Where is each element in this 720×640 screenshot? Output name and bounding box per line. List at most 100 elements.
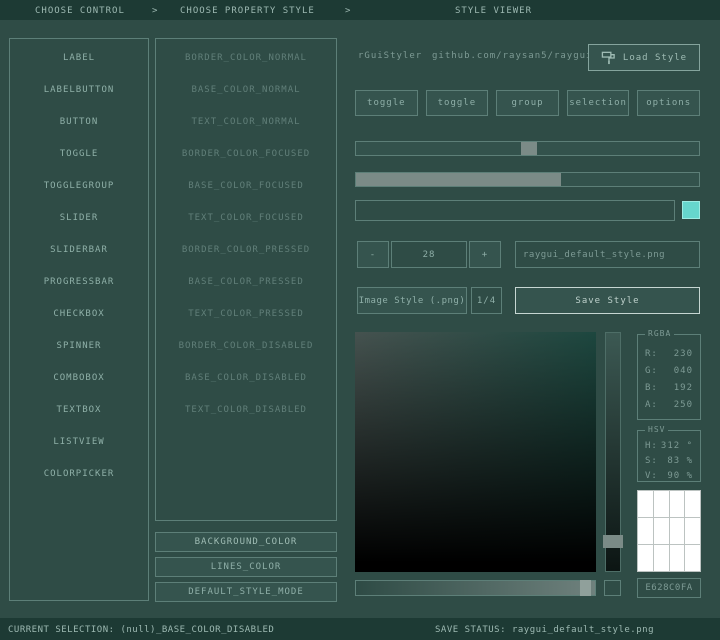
- hsv-row: S: 83 %: [645, 453, 693, 468]
- style-table-cell: [638, 491, 653, 517]
- style-table-grid: [637, 490, 701, 572]
- load-style-label: Load Style: [623, 53, 687, 63]
- property-list-item[interactable]: BORDER_COLOR_PRESSED: [156, 234, 336, 266]
- rgba-row-value: 040: [674, 366, 693, 376]
- alpha-value-box: [604, 580, 621, 596]
- spinner-value-box[interactable]: 28: [391, 241, 467, 268]
- control-list-item[interactable]: LABELBUTTON: [10, 74, 148, 106]
- value-slider-handle[interactable]: [603, 535, 623, 548]
- toggle-button[interactable]: group: [496, 90, 559, 116]
- style-table-cell: [670, 545, 685, 571]
- control-list-item[interactable]: TOGGLEGROUP: [10, 170, 148, 202]
- style-table-cell: [670, 518, 685, 544]
- spinner-plus-button[interactable]: +: [469, 241, 501, 268]
- style-table-cell: [638, 545, 653, 571]
- style-table-cell: [654, 545, 669, 571]
- color-picker-area[interactable]: [355, 332, 596, 572]
- value-slider[interactable]: [605, 332, 621, 572]
- style-table-cell: [685, 518, 700, 544]
- control-list-item[interactable]: PROGRESSBAR: [10, 266, 148, 298]
- property-list-item[interactable]: BASE_COLOR_FOCUSED: [156, 170, 336, 202]
- control-list-item[interactable]: BUTTON: [10, 106, 148, 138]
- style-table-cell: [654, 491, 669, 517]
- toggle-button[interactable]: toggle: [355, 90, 418, 116]
- demo-textbox[interactable]: [355, 200, 675, 221]
- control-list-item[interactable]: COMBOBOX: [10, 362, 148, 394]
- property-list-item[interactable]: TEXT_COLOR_NORMAL: [156, 106, 336, 138]
- hsv-panel: HSV H: 312 ° S: 83 % V: 90 %: [637, 430, 701, 482]
- control-list-item[interactable]: SPINNER: [10, 330, 148, 362]
- hsv-row-value: 83 %: [667, 456, 693, 466]
- rgba-row-label: A:: [645, 400, 658, 410]
- alpha-bar-handle[interactable]: [580, 580, 591, 596]
- spinner-minus-button[interactable]: -: [357, 241, 389, 268]
- rgba-row-value: 192: [674, 383, 693, 393]
- style-table-cell: [670, 491, 685, 517]
- property-list-item[interactable]: TEXT_COLOR_DISABLED: [156, 394, 336, 426]
- rgba-row: G: 040: [645, 362, 693, 379]
- filename-textbox-value: raygui_default_style.png: [523, 250, 665, 260]
- top-bar: CHOOSE CONTROL > CHOOSE PROPERTY STYLE >…: [0, 0, 720, 20]
- status-current-selection: CURRENT SELECTION: (null)_BASE_COLOR_DIS…: [8, 625, 274, 635]
- rgba-row-value: 250: [674, 400, 693, 410]
- property-list-item[interactable]: TEXT_COLOR_FOCUSED: [156, 202, 336, 234]
- hex-color-value: E628C0FA: [645, 583, 692, 593]
- filename-textbox[interactable]: raygui_default_style.png: [515, 241, 700, 268]
- top-bar-choose-control: CHOOSE CONTROL: [35, 6, 125, 16]
- background-color-button[interactable]: BACKGROUND_COLOR: [155, 532, 337, 552]
- rgba-row-label: B:: [645, 383, 658, 393]
- rgba-panel-title: RGBA: [645, 329, 674, 338]
- rgba-row: R: 230: [645, 345, 693, 362]
- property-list-item[interactable]: BASE_COLOR_NORMAL: [156, 74, 336, 106]
- hsv-row-label: S:: [645, 456, 658, 466]
- demo-checkbox[interactable]: [682, 201, 700, 219]
- style-table-cell: [685, 491, 700, 517]
- hsv-row-label: H:: [645, 441, 658, 451]
- rgba-panel: RGBA R: 230 G: 040 B: 192 A: 250: [637, 334, 701, 420]
- default-style-mode-button[interactable]: DEFAULT_STYLE_MODE: [155, 582, 337, 602]
- page-indicator: 1/4: [471, 287, 502, 314]
- control-list-item[interactable]: COLORPICKER: [10, 458, 148, 490]
- alpha-bar[interactable]: [355, 580, 596, 596]
- rgba-row-value: 230: [674, 349, 693, 359]
- toggle-button[interactable]: options: [637, 90, 700, 116]
- control-list-item[interactable]: LISTVIEW: [10, 426, 148, 458]
- property-list-item[interactable]: BORDER_COLOR_DISABLED: [156, 330, 336, 362]
- property-list-item[interactable]: BASE_COLOR_DISABLED: [156, 362, 336, 394]
- lines-color-button[interactable]: LINES_COLOR: [155, 557, 337, 577]
- separator-chevron: >: [152, 6, 158, 16]
- image-style-button[interactable]: Image Style (.png): [357, 287, 467, 314]
- hex-color-textbox[interactable]: E628C0FA: [637, 578, 701, 598]
- rgba-row: A: 250: [645, 396, 693, 413]
- status-bar: CURRENT SELECTION: (null)_BASE_COLOR_DIS…: [0, 618, 720, 640]
- rgba-row-label: G:: [645, 366, 658, 376]
- repo-link-label[interactable]: github.com/raysan5/raygui: [432, 51, 592, 61]
- properties-list-panel: BORDER_COLOR_NORMALBASE_COLOR_NORMALTEXT…: [155, 38, 337, 521]
- load-style-button[interactable]: Load Style: [588, 44, 700, 71]
- save-style-button[interactable]: Save Style: [515, 287, 700, 314]
- control-list-item[interactable]: LABEL: [10, 42, 148, 74]
- toggle-button[interactable]: selection: [567, 90, 630, 116]
- paint-roller-icon: [601, 50, 623, 65]
- demo-sliderbar[interactable]: [355, 172, 700, 187]
- control-list-item[interactable]: TEXTBOX: [10, 394, 148, 426]
- property-list-item[interactable]: BORDER_COLOR_NORMAL: [156, 42, 336, 74]
- slider-handle[interactable]: [521, 142, 537, 155]
- hsv-row-value: 90 %: [667, 471, 693, 481]
- style-table-cell: [638, 518, 653, 544]
- control-list-item[interactable]: SLIDERBAR: [10, 234, 148, 266]
- property-list-item[interactable]: BORDER_COLOR_FOCUSED: [156, 138, 336, 170]
- toggle-button[interactable]: toggle: [426, 90, 489, 116]
- rgba-row: B: 192: [645, 379, 693, 396]
- demo-slider[interactable]: [355, 141, 700, 156]
- sliderbar-fill: [356, 173, 561, 186]
- property-list-item[interactable]: TEXT_COLOR_PRESSED: [156, 298, 336, 330]
- control-list-item[interactable]: SLIDER: [10, 202, 148, 234]
- style-table-cell: [654, 518, 669, 544]
- separator-chevron: >: [345, 6, 351, 16]
- style-table-cell: [685, 545, 700, 571]
- control-list-item[interactable]: TOGGLE: [10, 138, 148, 170]
- hsv-panel-title: HSV: [645, 425, 668, 434]
- property-list-item[interactable]: BASE_COLOR_PRESSED: [156, 266, 336, 298]
- control-list-item[interactable]: CHECKBOX: [10, 298, 148, 330]
